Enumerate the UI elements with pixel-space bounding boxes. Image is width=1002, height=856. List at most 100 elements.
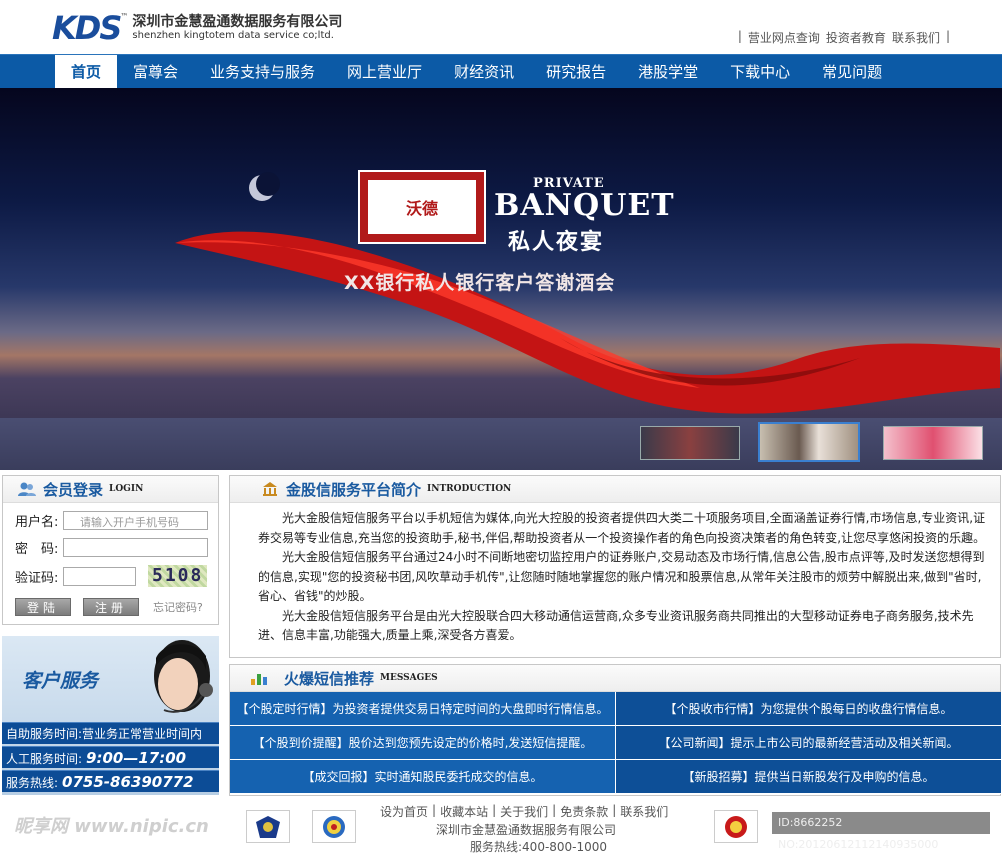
shield-badge-icon[interactable] [312,810,356,843]
nav-item-business-support[interactable]: 业务支持与服务 [194,55,331,89]
watermark: 昵享网 www.nipic.cn [14,816,209,837]
messages-title-en: MESSAGES [380,673,438,683]
top-links: | 营业网点查询 投资者教育 联系我们 | [738,29,950,46]
footer-divider: | [432,803,437,817]
message-item-company-news[interactable]: 【公司新闻】提示上市公司的最新经营活动及相关新闻。 [616,726,1002,760]
company-name-en: shenzhen kingtotem data service co;ltd. [132,30,334,41]
users-icon [18,482,36,496]
login-buttons: 登陆 注册 忘记密码? [15,598,203,616]
hotline-value: 0755-86390772 [62,773,194,791]
register-button[interactable]: 注册 [83,598,139,616]
intro-header: 金股信服务平台简介 INTRODUCTION [230,476,1000,503]
banner[interactable]: 沃德 PRIVATE BANQUET 私人夜宴 XX银行私人银行客户答谢酒会 [0,88,1002,470]
messages-grid: 【个股定时行情】为投资者提供交易日特定时间的大盘即时行情信息。 【个股收市行情】… [230,692,1002,794]
footer-link-contact[interactable]: 联系我们 [620,803,668,820]
nav-item-download[interactable]: 下载中心 [714,55,806,89]
footer-link-set-home[interactable]: 设为首页 [380,803,428,820]
message-item-ipo[interactable]: 【新股招募】提供当日新股发行及申购的信息。 [616,760,1002,794]
message-item-close-quote[interactable]: 【个股收市行情】为您提供个股每日的收盘行情信息。 [616,692,1002,726]
manual-service-value: 9:00—17:00 [86,749,187,767]
captcha-row: 验证码: 5108 [15,565,208,587]
bar-chart-icon [251,674,267,685]
intro-paragraph-3: 光大金股信短信服务平台是由光大控股联合四大移动通信运营商,众多专业资讯服务商共同… [258,608,974,643]
footer-divider: | [552,803,557,817]
messages-panel: 火爆短信推荐 MESSAGES 【个股定时行情】为投资者提供交易日特定时间的大盘… [229,664,1002,796]
nav-item-hk-stock[interactable]: 港股学堂 [622,55,714,89]
password-input[interactable] [63,538,208,557]
messages-title: 火爆短信推荐 [284,669,375,688]
top-link-investor-education[interactable]: 投资者教育 [826,29,886,46]
banner-banquet: BANQUET [494,188,675,223]
nav-item-research[interactable]: 研究报告 [530,55,622,89]
banner-thumb-1[interactable] [640,426,740,460]
captcha-label: 验证码: [15,570,59,586]
username-label: 用户名: [15,515,59,530]
intro-title: 金股信服务平台简介 [286,480,422,499]
banner-night: 私人夜宴 [508,230,605,255]
intro-paragraph-1: 光大金股信短信服务平台以手机短信为媒体,向光大控股的投资者提供四大类二十项服务项… [258,511,986,545]
seal-badge-icon[interactable] [714,810,758,843]
login-header: 会员登录 LOGIN [3,476,218,503]
manual-service-bar: 人工服务时间: 9:00—17:00 [2,746,219,768]
banner-thumb-2[interactable] [758,422,860,462]
logo[interactable]: KDS ™ 深圳市金慧盈通数据服务有限公司 shenzhen kingtotem… [52,12,342,44]
footer-hotline: 服务热线:400-800-1000 [470,840,608,854]
nav-item-online-hall[interactable]: 网上营业厅 [331,55,438,89]
main-nav: 首页 富尊会 业务支持与服务 网上营业厅 财经资讯 研究报告 港股学堂 下载中心… [0,54,1002,89]
service-hours-bar: 自助服务时间:营业务正常营业时间内 [2,722,219,744]
nav-item-vip-club[interactable]: 富尊会 [117,55,194,89]
footer-divider: | [612,803,617,817]
username-row: 用户名: 请输入开户手机号码 [15,511,208,530]
customer-service-panel: 客户服务 自助服务时间:营业务正常营业时间内 人工服务时间: 9:00—17:00… [2,636,219,795]
login-title-en: LOGIN [109,484,144,494]
bank-icon [263,482,277,496]
header: KDS ™ 深圳市金慧盈通数据服务有限公司 shenzhen kingtotem… [0,0,1002,54]
logo-mark: KDS [52,9,122,47]
login-panel: 会员登录 LOGIN 用户名: 请输入开户手机号码 密 码: 验证码: 5108… [2,475,219,625]
message-item-price-alert[interactable]: 【个股到价提醒】股价达到您预先设定的价格时,发送短信提醒。 [230,726,616,760]
logo-tm: ™ [120,12,129,21]
footer-link-about[interactable]: 关于我们 [500,803,548,820]
banner-slogan: XX银行私人银行客户答谢酒会 [344,272,616,294]
top-link-branch-query[interactable]: 营业网点查询 [748,29,820,46]
logo-text: 深圳市金慧盈通数据服务有限公司 shenzhen kingtotem data … [132,14,342,42]
nav-item-finance-news[interactable]: 财经资讯 [438,55,530,89]
nav-item-home[interactable]: 首页 [55,55,118,89]
hotline-bar: 服务热线: 0755-86390772 [2,770,219,792]
footer-company: 深圳市金慧盈通数据服务有限公司 [436,823,617,837]
police-badge-icon[interactable] [246,810,290,843]
service-hours-value: 营业务正常营业时间内 [82,727,203,741]
login-title: 会员登录 [43,480,104,499]
service-agent-image [154,640,213,713]
footer-links: 设为首页 | 收藏本站 | 关于我们 | 免责条款 | 联系我们 [380,803,668,820]
intro-panel: 金股信服务平台简介 INTRODUCTION 光大金股信短信服务平台以手机短信为… [229,475,1001,658]
intro-body: 光大金股信短信服务平台以手机短信为媒体,向光大控股的投资者提供四大类二十项服务项… [230,503,1000,646]
message-item-trade-report[interactable]: 【成交回报】实时通知股民委托成交的信息。 [230,760,616,794]
forgot-password-link[interactable]: 忘记密码? [153,599,203,615]
service-hours-label: 自助服务时间: [6,727,83,741]
hotline-label: 服务热线: [6,776,59,790]
message-item-timed-quote[interactable]: 【个股定时行情】为投资者提供交易日特定时间的大盘即时行情信息。 [230,692,616,726]
service-title: 客户服务 [22,670,99,692]
company-name-cn: 深圳市金慧盈通数据服务有限公司 [132,14,343,30]
banner-brand-logo: 沃德 [358,170,486,244]
top-link-contact[interactable]: 联系我们 [892,29,940,46]
nav-item-faq[interactable]: 常见问题 [806,55,898,89]
captcha-input[interactable] [63,566,136,586]
captcha-image[interactable]: 5108 [148,565,208,587]
password-label: 密 码: [15,542,59,557]
banner-brand-name: 沃德 [405,199,438,218]
footer-divider: | [492,803,497,817]
password-row: 密 码: [15,538,208,557]
banner-thumb-3[interactable] [883,426,983,460]
username-input[interactable]: 请输入开户手机号码 [63,511,208,530]
intro-paragraph-2: 光大金股信短信服务平台通过24小时不间断地密切监控用户的证券账户,交易动态及市场… [258,550,985,603]
image-id-label: ID:8662252 NO:20120612112140935000 [772,812,990,851]
footer-link-bookmark[interactable]: 收藏本站 [440,803,488,820]
messages-header: 火爆短信推荐 MESSAGES [230,665,1000,692]
manual-service-label: 人工服务时间: [6,752,83,766]
top-link-divider: | [945,29,950,43]
intro-title-en: INTRODUCTION [427,484,512,494]
login-button[interactable]: 登陆 [15,598,71,616]
footer-link-disclaimer[interactable]: 免责条款 [560,803,608,820]
